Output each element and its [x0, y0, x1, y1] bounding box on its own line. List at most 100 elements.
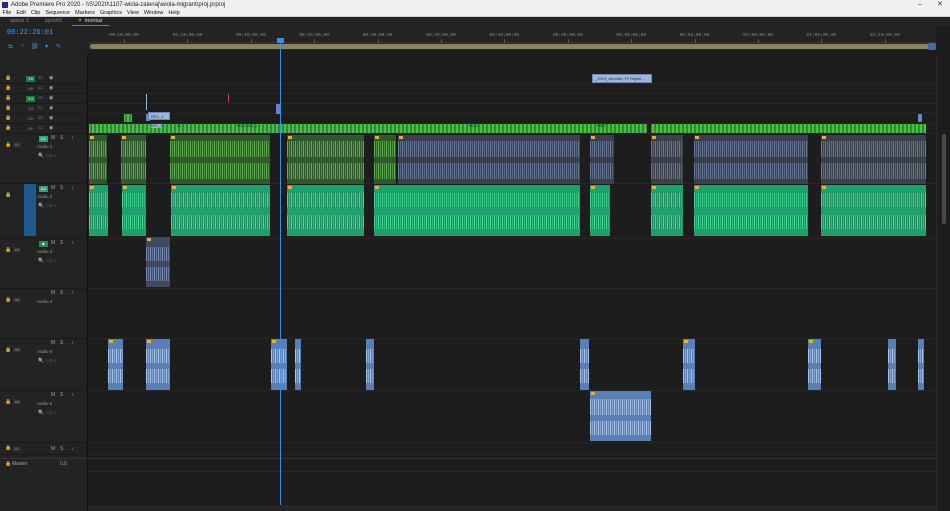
audio-clip-a2[interactable]: [590, 185, 610, 236]
marker-icon[interactable]: ▾: [43, 43, 50, 50]
track-name-v3[interactable]: V3: [26, 106, 35, 112]
wrench-icon[interactable]: ✎: [55, 43, 62, 50]
video-clip-v2[interactable]: [124, 114, 132, 122]
mute-button[interactable]: M: [51, 340, 55, 346]
eye-icon[interactable]: ◉: [49, 125, 53, 131]
track-target-a4[interactable]: A4: [13, 297, 21, 303]
menu-graphics[interactable]: Graphics: [100, 10, 122, 16]
scrollbar-thumb[interactable]: [942, 134, 946, 224]
source-patch-a2[interactable]: A2: [39, 186, 48, 192]
track-name-v1[interactable]: V1: [26, 126, 35, 132]
track-label-a6[interactable]: Audio 6: [37, 401, 52, 406]
film-icon[interactable]: ▭: [38, 105, 43, 111]
mute-button[interactable]: M: [51, 185, 55, 191]
solo-button[interactable]: S: [60, 290, 63, 296]
audio-clip-a1[interactable]: [374, 135, 396, 184]
track-label-a1[interactable]: Audio 1: [37, 144, 52, 149]
insert-icon[interactable]: ⇆: [7, 43, 14, 50]
minimize-button[interactable]: –: [910, 0, 930, 10]
tab-close-icon[interactable]: ×: [78, 18, 81, 24]
horizontal-scrollbar[interactable]: [88, 505, 936, 511]
audio-clip-a2[interactable]: [821, 185, 926, 236]
track-target-a5[interactable]: A5: [13, 347, 21, 353]
audio-clip-a1[interactable]: [694, 135, 808, 184]
track-target-a1[interactable]: A1: [13, 142, 21, 148]
lock-icon[interactable]: 🔒: [5, 192, 11, 198]
audio-clip-a1[interactable]: [651, 135, 683, 184]
solo-button[interactable]: S: [60, 446, 63, 452]
audio-clip-a2[interactable]: [171, 185, 270, 236]
audio-clip-a2[interactable]: [89, 185, 108, 236]
keyframe-nav-icon[interactable]: 🔍 ‹ ◇ ›: [38, 258, 56, 264]
clip-marker[interactable]: [146, 94, 147, 110]
audio-clip-a2[interactable]: [374, 185, 580, 236]
solo-button[interactable]: S: [60, 240, 63, 246]
keyframe-nav-icon[interactable]: 🔍 ‹ ◇ ›: [38, 203, 56, 209]
solo-button[interactable]: S: [60, 135, 63, 141]
audio-clip-a1[interactable]: [170, 135, 270, 184]
solo-button[interactable]: S: [60, 340, 63, 346]
menu-file[interactable]: File: [3, 10, 12, 16]
track-name-v6[interactable]: V6: [26, 76, 35, 82]
mic-icon[interactable]: ♪: [71, 240, 74, 246]
solo-button[interactable]: S: [60, 185, 63, 191]
audio-clip-a1[interactable]: [121, 135, 146, 184]
menu-edit[interactable]: Edit: [16, 10, 25, 16]
lock-icon[interactable]: 🔒: [5, 85, 11, 91]
lock-icon[interactable]: 🔒: [5, 399, 11, 405]
clip-marker[interactable]: [228, 94, 229, 102]
film-icon[interactable]: ▭: [38, 115, 43, 121]
lock-icon[interactable]: 🔒: [5, 445, 11, 451]
film-icon[interactable]: ▭: [38, 85, 43, 91]
audio-clip-a5[interactable]: [808, 339, 821, 390]
eye-icon[interactable]: ◉: [49, 105, 53, 111]
vertical-scrollbar[interactable]: [936, 54, 950, 511]
tab-montaz[interactable]: × montaż: [72, 17, 109, 26]
audio-clip-a1[interactable]: [590, 135, 614, 184]
audio-clip-a5[interactable]: [918, 339, 924, 390]
audio-clip-a5[interactable]: [295, 339, 301, 390]
menu-sequence[interactable]: Sequence: [45, 10, 70, 16]
linked-selection-icon[interactable]: ⛓: [31, 43, 39, 50]
track-label-a2[interactable]: Audio 2: [37, 194, 52, 199]
audio-clip-a5[interactable]: [683, 339, 695, 390]
lock-icon[interactable]: 🔒: [5, 115, 11, 121]
video-clip-v1[interactable]: REC_1 CL REC2-513_1 REC2 PART: [89, 124, 926, 133]
keyframe-nav-icon[interactable]: 🔍 ‹ ◇ ›: [38, 410, 56, 416]
time-ruler[interactable]: 00;10;00;00 00;15;00;00 00;20;00;00 00;25;0…: [88, 26, 936, 43]
tab-synch-2[interactable]: synch 2: [4, 17, 35, 26]
mute-button[interactable]: M: [51, 240, 55, 246]
lock-icon[interactable]: 🔒: [5, 347, 11, 353]
audio-clip-a2[interactable]: [122, 185, 146, 236]
audio-clip-a1[interactable]: [398, 135, 580, 184]
master-volume-value[interactable]: 0.0: [60, 461, 67, 467]
menu-markers[interactable]: Markers: [75, 10, 95, 16]
video-clip-v2[interactable]: REC_1: [148, 112, 170, 120]
lock-icon[interactable]: 🔒: [5, 75, 11, 81]
audio-clip-a1[interactable]: [821, 135, 926, 184]
track-label-a5[interactable]: Audio 5: [37, 349, 52, 354]
track-target-a7[interactable]: A7: [13, 446, 21, 452]
keyframe-nav-icon[interactable]: 🔍 ‹ ◇ ›: [38, 153, 56, 159]
playhead-line[interactable]: [280, 38, 281, 511]
track-label-a4[interactable]: Audio 4: [37, 299, 52, 304]
audio-clip-a5[interactable]: [580, 339, 589, 390]
eye-icon[interactable]: ◉: [49, 95, 53, 101]
mic-icon[interactable]: ♪: [71, 290, 74, 296]
timeline-tracks[interactable]: _2019_Amarillo_Pr Digital ... REC_1 REC_…: [88, 50, 936, 511]
film-icon[interactable]: ▭: [38, 75, 43, 81]
zoom-scroll-thumb[interactable]: [90, 44, 930, 49]
menu-view[interactable]: View: [127, 10, 139, 16]
lock-icon[interactable]: 🔒: [5, 95, 11, 101]
mic-icon[interactable]: ♪: [71, 392, 74, 398]
track-target-a3[interactable]: A3: [13, 247, 21, 253]
mic-icon[interactable]: ♪: [71, 340, 74, 346]
track-name-v5[interactable]: V5: [26, 86, 35, 92]
audio-clip-a2[interactable]: [651, 185, 683, 236]
audio-clip-a5[interactable]: [108, 339, 123, 390]
audio-clip-a3[interactable]: [146, 237, 170, 287]
mic-icon[interactable]: ♪: [71, 135, 74, 141]
tab-synch1[interactable]: synch1: [39, 17, 68, 26]
playhead-timecode[interactable]: 00:22:26:01: [7, 29, 53, 37]
mute-button[interactable]: M: [51, 290, 55, 296]
